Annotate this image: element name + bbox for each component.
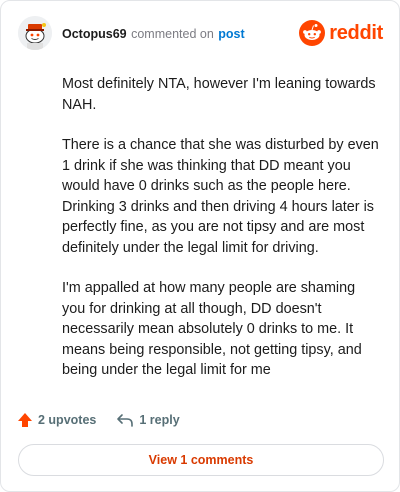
comment-card: Octopus69 commented on post reddit Most … bbox=[0, 0, 400, 492]
comment-paragraph: There is a chance that she was disturbed… bbox=[62, 137, 379, 256]
snoo-avatar-icon bbox=[18, 16, 52, 50]
upvotes-count: 2 upvotes bbox=[38, 413, 97, 427]
arrow-up-icon bbox=[18, 413, 32, 427]
reply-count: 1 reply bbox=[139, 413, 180, 427]
comment-actions: 2 upvotes 1 reply bbox=[17, 410, 180, 430]
user-avatar[interactable] bbox=[18, 16, 52, 50]
reddit-wordmark: reddit bbox=[329, 21, 383, 44]
commenter-line: Octopus69 commented on post bbox=[62, 27, 245, 41]
post-link[interactable]: post bbox=[218, 27, 244, 41]
reply-arrow-icon bbox=[117, 414, 134, 427]
view-comments-button[interactable]: View 1 comments bbox=[18, 444, 384, 476]
comment-paragraph: I'm appalled at how many people are sham… bbox=[62, 280, 362, 378]
reply-button[interactable]: 1 reply bbox=[116, 412, 180, 428]
commented-on-text: commented on bbox=[131, 27, 214, 41]
reddit-logo-icon bbox=[299, 20, 326, 46]
comment-body: Most definitely NTA, however I'm leaning… bbox=[62, 74, 382, 401]
username[interactable]: Octopus69 bbox=[62, 27, 127, 41]
reddit-brand[interactable]: reddit bbox=[299, 20, 383, 46]
comment-header: Octopus69 commented on post reddit bbox=[18, 16, 383, 52]
upvote-button[interactable]: 2 upvotes bbox=[17, 412, 96, 428]
comment-paragraph: Most definitely NTA, however I'm leaning… bbox=[62, 76, 376, 113]
